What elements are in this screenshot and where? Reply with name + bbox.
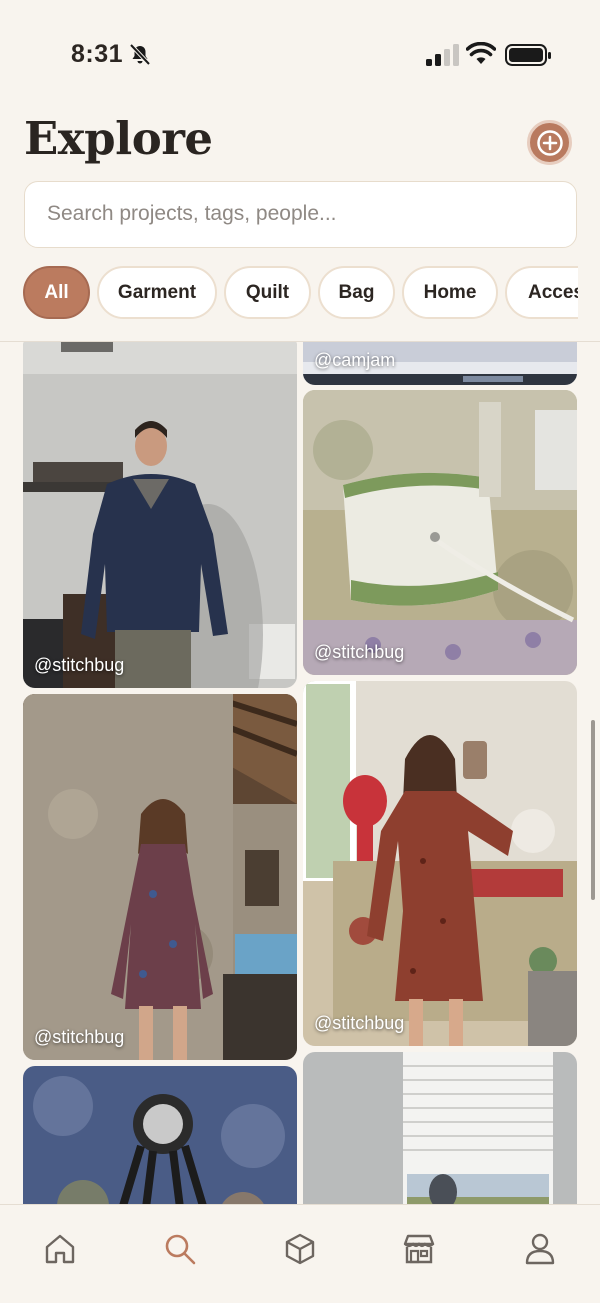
tab-bar	[0, 1204, 600, 1303]
project-photo	[23, 342, 297, 688]
project-author: @camjam	[314, 350, 396, 370]
page-title: Explore	[24, 112, 213, 165]
project-photo	[303, 681, 577, 1046]
search-input[interactable]	[47, 182, 557, 246]
project-photo	[303, 1052, 577, 1204]
project-card[interactable]	[23, 1066, 297, 1204]
chip-all[interactable]: All	[23, 266, 90, 319]
filter-chips: All Garment Quilt Bag Home Accessories	[0, 266, 578, 319]
profile-icon[interactable]	[522, 1231, 558, 1267]
project-author: @stitchbug	[314, 642, 405, 662]
chip-accessories[interactable]: Accessories	[505, 266, 578, 319]
chip-home[interactable]: Home	[402, 266, 498, 319]
project-author: @stitchbug	[34, 1027, 125, 1047]
project-card[interactable]: @stitchbug	[303, 681, 577, 1046]
project-photo	[303, 390, 577, 675]
home-icon[interactable]	[42, 1231, 78, 1267]
scroll-indicator[interactable]	[591, 720, 595, 900]
cellular-signal-icon	[426, 44, 459, 66]
chip-garment[interactable]: Garment	[97, 266, 217, 319]
status-bar: 8:31	[0, 0, 600, 100]
store-icon[interactable]	[401, 1231, 437, 1267]
chip-bag[interactable]: Bag	[318, 266, 395, 319]
project-author: @stitchbug	[34, 655, 125, 675]
project-feed: @camjam @stitchbug @stitchbug @stitchbug…	[0, 342, 600, 1204]
project-photo	[23, 694, 297, 1060]
search-bar[interactable]	[24, 181, 577, 248]
box-icon[interactable]	[282, 1231, 318, 1267]
project-card[interactable]: @camjam	[303, 342, 577, 385]
wifi-icon	[466, 42, 496, 64]
bell-muted-icon	[129, 43, 151, 66]
search-icon[interactable]	[162, 1231, 198, 1267]
project-photo	[23, 1066, 297, 1204]
add-project-button[interactable]	[527, 120, 572, 165]
status-time: 8:31	[71, 40, 124, 68]
project-card[interactable]: @stitchbug	[303, 390, 577, 675]
chip-quilt[interactable]: Quilt	[224, 266, 311, 319]
plus-circle-icon	[536, 129, 563, 156]
project-card[interactable]	[303, 1052, 577, 1204]
project-author: @stitchbug	[314, 1013, 405, 1033]
project-card[interactable]: @stitchbug	[23, 694, 297, 1060]
project-card[interactable]: @stitchbug	[23, 342, 297, 688]
battery-icon	[505, 44, 551, 66]
